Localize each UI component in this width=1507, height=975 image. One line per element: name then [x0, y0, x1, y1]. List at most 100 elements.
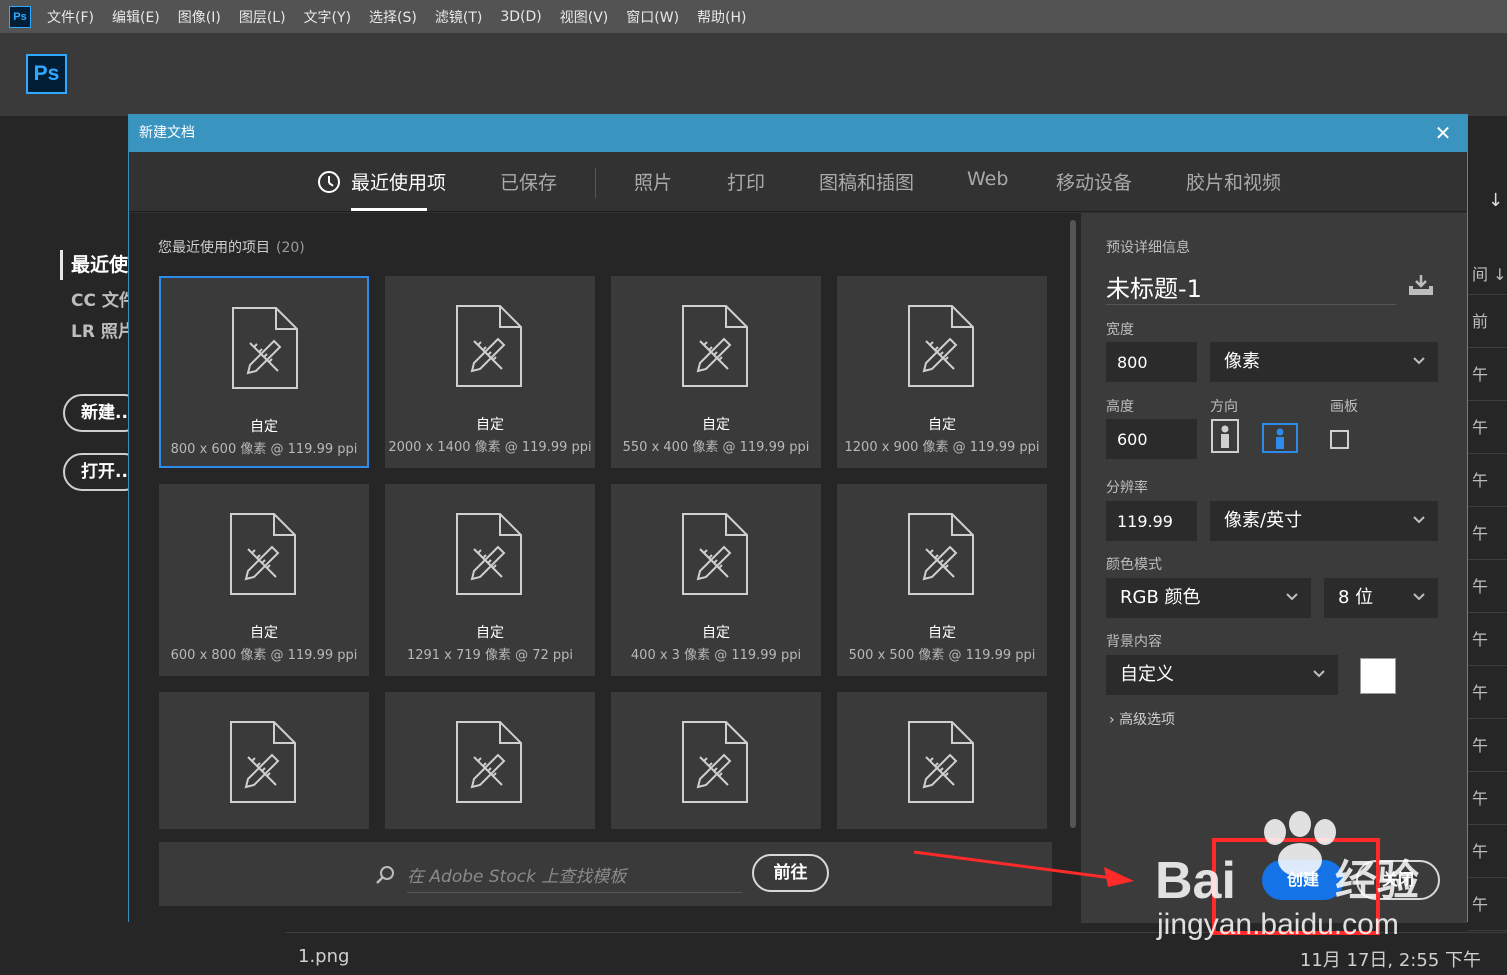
preset-card-size: 400 x 3 像素 @ 119.99 ppi — [630, 648, 802, 663]
preset-card-name: 自定 — [702, 625, 730, 641]
document-preset-icon — [908, 513, 974, 595]
chevron-down-icon — [1313, 670, 1325, 678]
recent-file-name[interactable]: 1.png — [298, 946, 349, 967]
preset-card-name: 自定 — [250, 419, 278, 435]
recent-heading: 您最近使用的项目 (20) — [158, 240, 305, 256]
width-unit-select[interactable]: 像素 — [1210, 342, 1438, 382]
tab-recent[interactable]: 最近使用项 — [351, 168, 446, 195]
advanced-options-toggle[interactable]: › 高级选项 — [1109, 709, 1175, 729]
width-label: 宽度 — [1106, 322, 1134, 338]
tab-separator — [595, 168, 596, 198]
menu-image[interactable]: 图像(I) — [178, 7, 221, 27]
time-cell: 午 — [1468, 666, 1507, 719]
sort-down-icon[interactable]: ↓ — [1488, 190, 1503, 211]
preset-card-size: 500 x 500 像素 @ 119.99 ppi — [848, 648, 1036, 663]
bit-depth-select[interactable]: 8 位 — [1324, 578, 1438, 618]
width-input[interactable] — [1106, 342, 1197, 382]
height-label: 高度 — [1106, 399, 1134, 415]
document-preset-icon — [456, 513, 522, 595]
menu-layer[interactable]: 图层(L) — [239, 7, 286, 27]
ps-logo: Ps — [26, 54, 67, 94]
menu-filter[interactable]: 滤镜(T) — [435, 7, 482, 27]
tab-art-illustration[interactable]: 图稿和插图 — [819, 168, 914, 195]
ps-app-icon[interactable]: Ps — [9, 5, 31, 28]
preset-card-size: 800 x 600 像素 @ 119.99 ppi — [170, 442, 358, 457]
portrait-orientation-icon[interactable] — [1210, 419, 1240, 453]
time-cell: 午 — [1468, 878, 1507, 931]
new-document-dialog: 新建文档 ✕ 最近使用项 已保存 照片 打印 图稿和插图 Web 移动设备 胶片… — [128, 114, 1468, 923]
time-cell: 午 — [1468, 401, 1507, 454]
background-select[interactable]: 自定义 — [1106, 655, 1338, 695]
menu-bar: Ps 文件(F) 编辑(E) 图像(I) 图层(L) 文字(Y) 选择(S) 滤… — [0, 0, 1507, 34]
preset-card[interactable]: 自定 800 x 600 像素 @ 119.99 ppi — [159, 276, 369, 468]
document-preset-icon — [230, 721, 296, 803]
tab-saved[interactable]: 已保存 — [500, 168, 557, 195]
document-preset-icon — [230, 513, 296, 595]
menu-3d[interactable]: 3D(D) — [500, 9, 541, 25]
preset-card-name: 自定 — [476, 625, 504, 641]
menu-window[interactable]: 窗口(W) — [626, 7, 679, 27]
preset-card[interactable]: 自定 2000 x 1400 像素 @ 119.99 ppi — [385, 276, 595, 468]
landscape-orientation-icon[interactable] — [1262, 423, 1298, 453]
stock-go-button[interactable]: 前往 — [752, 854, 829, 892]
document-preset-icon — [456, 305, 522, 387]
menu-type[interactable]: 文字(Y) — [304, 7, 351, 27]
preset-card-name: 自定 — [476, 417, 504, 433]
tab-film-video[interactable]: 胶片和视频 — [1186, 168, 1281, 195]
preset-card-size: 550 x 400 像素 @ 119.99 ppi — [622, 440, 810, 455]
preset-card[interactable]: 自定 1200 x 900 像素 @ 119.99 ppi — [837, 276, 1047, 468]
resolution-unit-select[interactable]: 像素/英寸 — [1210, 501, 1438, 541]
preset-card[interactable] — [385, 692, 595, 829]
tab-mobile[interactable]: 移动设备 — [1056, 168, 1132, 195]
scrollbar[interactable] — [1070, 220, 1076, 828]
document-name-input[interactable] — [1106, 269, 1396, 305]
menu-help[interactable]: 帮助(H) — [697, 7, 746, 27]
menu-select[interactable]: 选择(S) — [369, 7, 417, 27]
artboard-label: 画板 — [1330, 399, 1358, 415]
preset-card[interactable]: 自定 600 x 800 像素 @ 119.99 ppi — [159, 484, 369, 676]
column-header-time[interactable]: 间 ↓ — [1468, 255, 1507, 295]
time-cell: 午 — [1468, 772, 1507, 825]
document-preset-icon — [232, 307, 298, 389]
stock-search-input[interactable] — [407, 861, 742, 893]
home-lr-photos[interactable]: LR 照片 — [71, 317, 131, 342]
preset-card[interactable] — [611, 692, 821, 829]
time-cell: 午 — [1468, 507, 1507, 560]
preset-details-pane: 预设详细信息 宽度 像素 高度 方向 画板 分辨率 — [1081, 213, 1467, 923]
time-cell: 午 — [1468, 719, 1507, 772]
tab-web[interactable]: Web — [967, 168, 1008, 190]
preset-card-size: 1200 x 900 像素 @ 119.99 ppi — [844, 440, 1040, 455]
preset-card-name: 自定 — [928, 417, 956, 433]
save-preset-icon[interactable] — [1407, 273, 1435, 297]
close-icon[interactable]: ✕ — [1433, 123, 1453, 143]
preset-card[interactable]: 自定 400 x 3 像素 @ 119.99 ppi — [611, 484, 821, 676]
preset-card-size: 1291 x 719 像素 @ 72 ppi — [406, 648, 574, 663]
clock-icon — [318, 171, 340, 193]
preset-card[interactable]: 自定 500 x 500 像素 @ 119.99 ppi — [837, 484, 1047, 676]
preset-card-name: 自定 — [702, 417, 730, 433]
time-cell: 午 — [1468, 613, 1507, 666]
preset-details-label: 预设详细信息 — [1106, 240, 1190, 256]
artboard-checkbox[interactable] — [1330, 430, 1349, 449]
preset-card[interactable]: 自定 550 x 400 像素 @ 119.99 ppi — [611, 276, 821, 468]
recent-presets-pane: 您最近使用的项目 (20) 自定 800 x 600 像素 @ 119.99 ppi… — [129, 213, 1081, 923]
document-preset-icon — [682, 721, 748, 803]
resolution-input[interactable] — [1106, 501, 1197, 541]
home-cc-files[interactable]: CC 文件 — [71, 286, 131, 311]
menu-view[interactable]: 视图(V) — [560, 7, 609, 27]
preset-card[interactable]: 自定 1291 x 719 像素 @ 72 ppi — [385, 484, 595, 676]
height-input[interactable] — [1106, 419, 1197, 459]
menu-edit[interactable]: 编辑(E) — [112, 7, 160, 27]
color-mode-label: 颜色模式 — [1106, 557, 1162, 573]
tab-print[interactable]: 打印 — [727, 168, 765, 195]
resolution-label: 分辨率 — [1106, 480, 1148, 496]
preset-card[interactable] — [837, 692, 1047, 829]
preset-card[interactable] — [159, 692, 369, 829]
menu-file[interactable]: 文件(F) — [47, 7, 94, 27]
tab-photo[interactable]: 照片 — [634, 168, 672, 195]
color-mode-select[interactable]: RGB 颜色 — [1106, 578, 1311, 618]
chevron-down-icon — [1413, 357, 1425, 365]
chevron-down-icon — [1413, 516, 1425, 524]
background-label: 背景内容 — [1106, 634, 1162, 650]
background-color-swatch[interactable] — [1360, 658, 1396, 694]
